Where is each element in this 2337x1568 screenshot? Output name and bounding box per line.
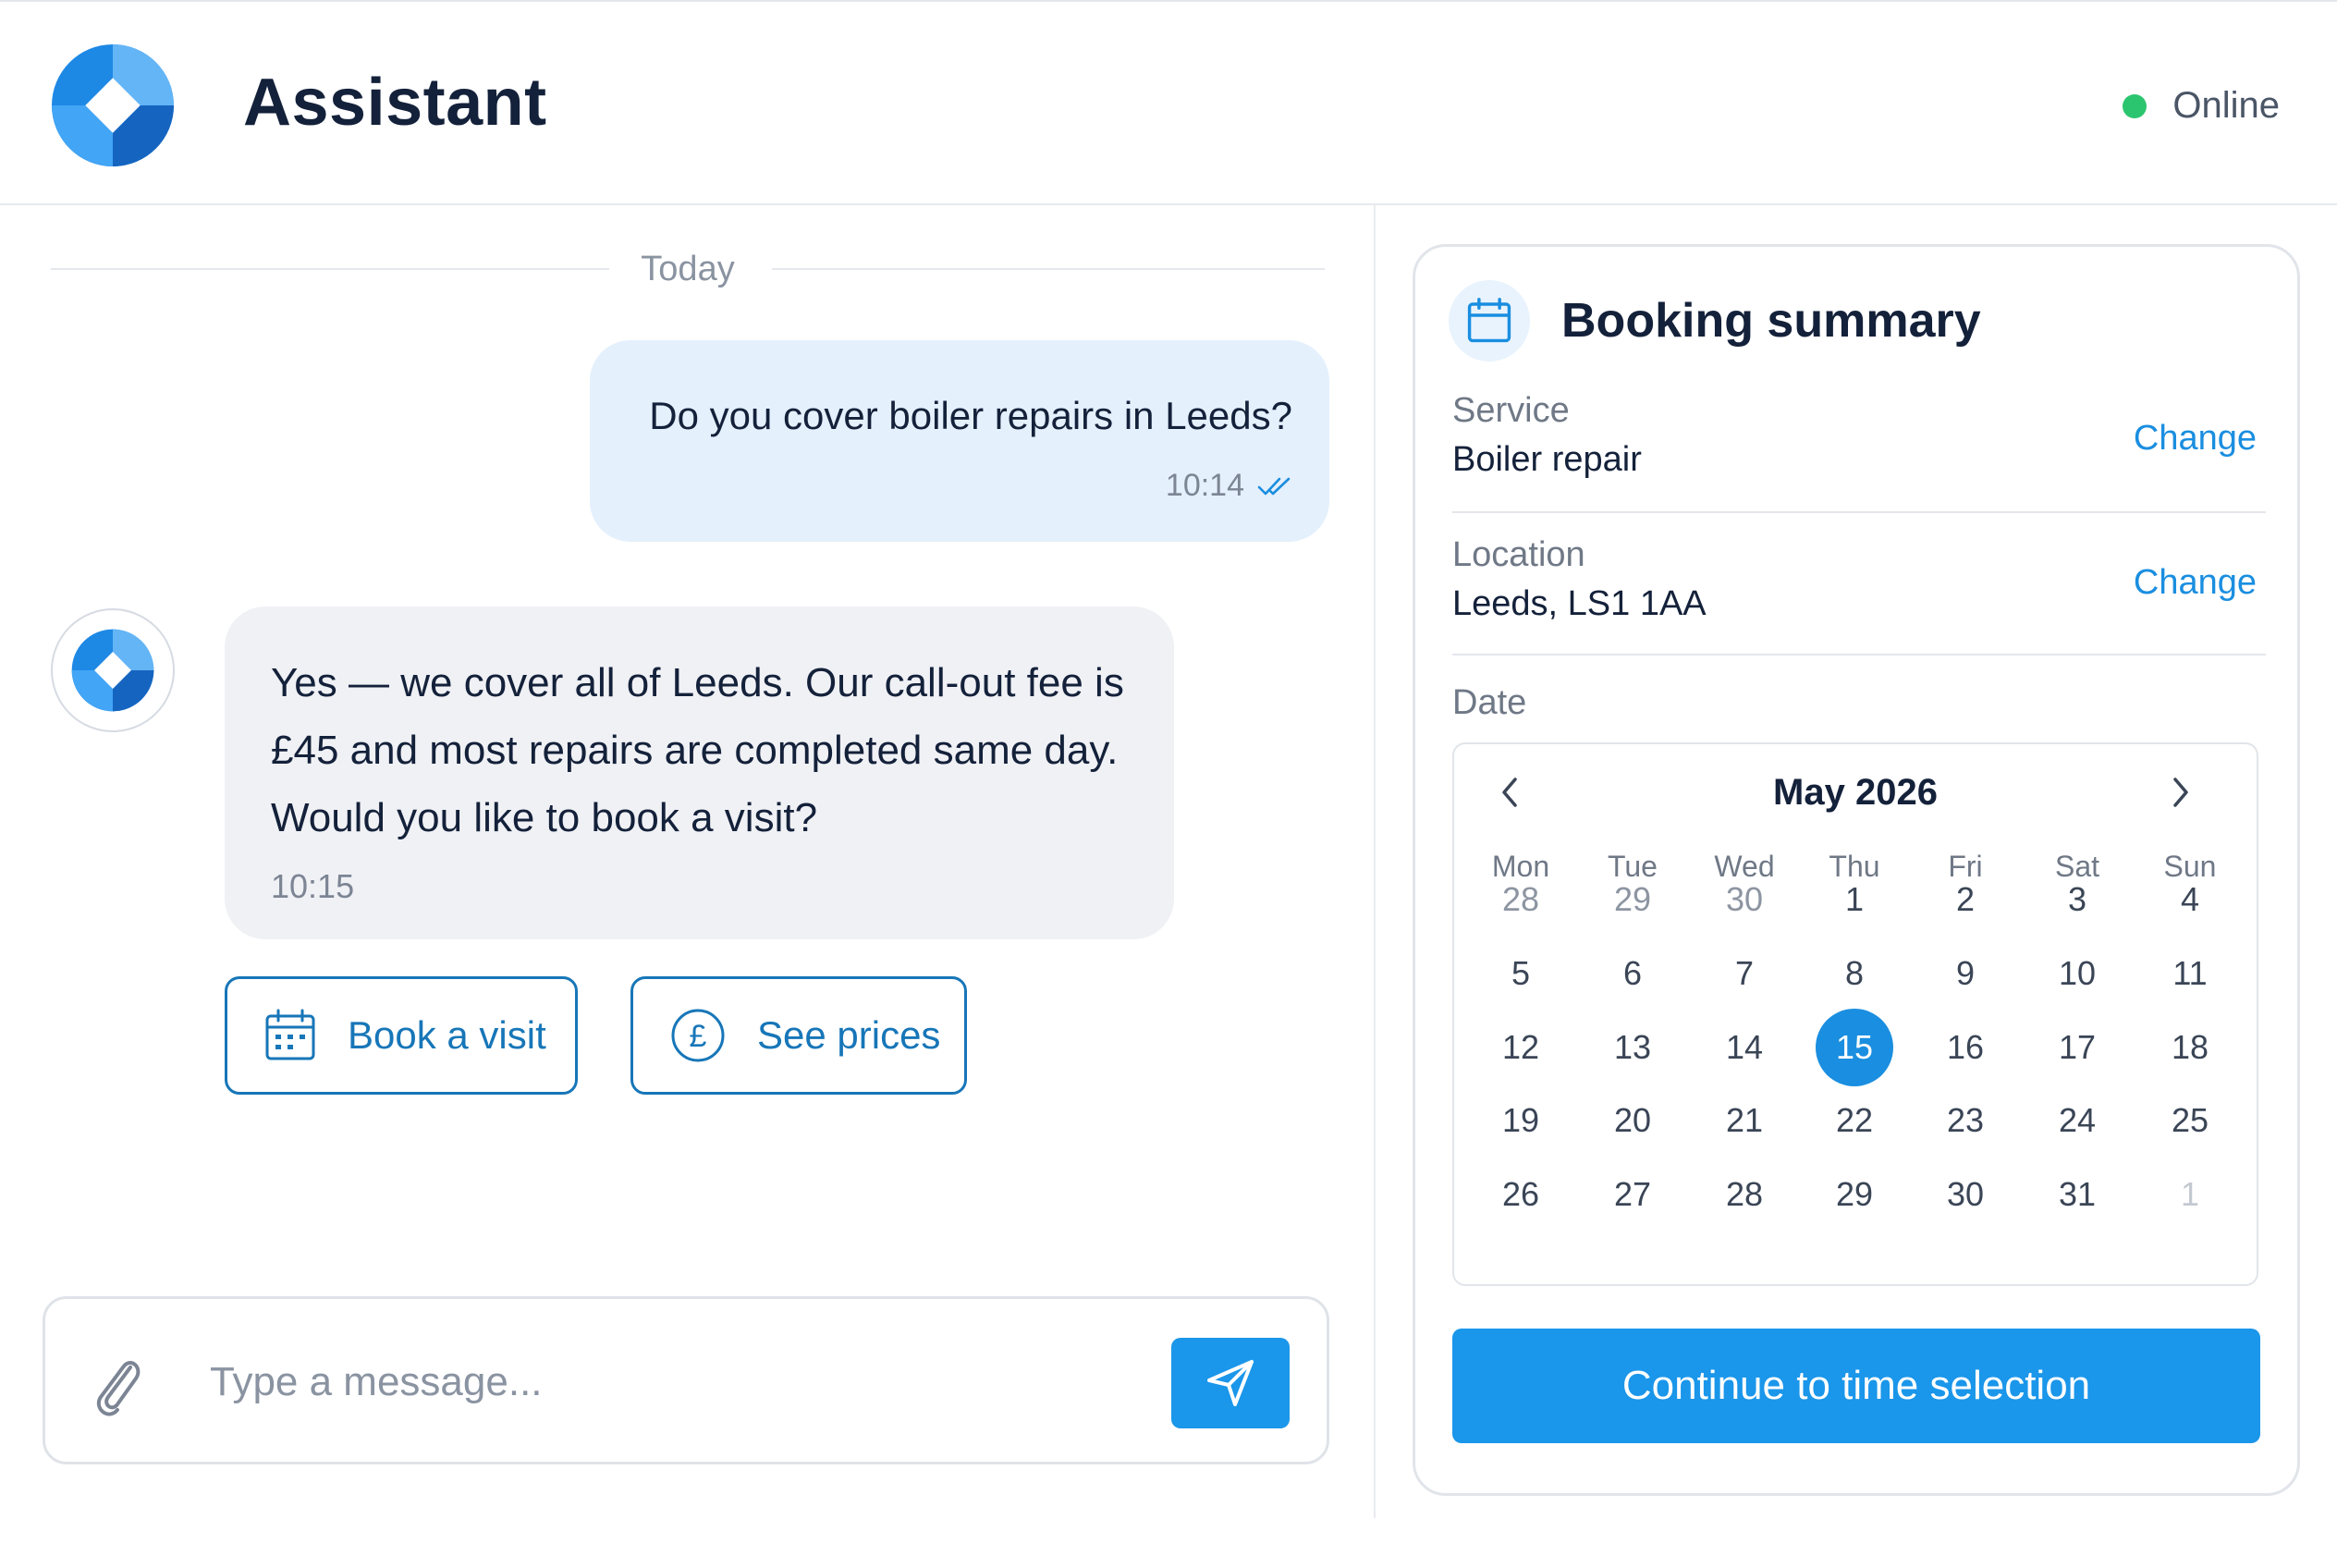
calendar-day[interactable]: 12 (1482, 1009, 1560, 1086)
book-visit-button[interactable]: Book a visit (225, 976, 578, 1095)
calendar-day[interactable]: 17 (2038, 1009, 2116, 1086)
divider (1452, 654, 2266, 655)
see-prices-label: See prices (757, 1013, 941, 1057)
calendar-day[interactable]: 26 (1482, 1156, 1560, 1233)
user-message-time: 10:14 (1165, 468, 1244, 503)
booking-summary-panel: Booking summary Service Boiler repair Ch… (1413, 244, 2300, 1496)
calendar-day[interactable]: 1 (1816, 861, 1893, 938)
calendar-day[interactable]: 23 (1927, 1082, 2004, 1159)
booking-summary-title: Booking summary (1561, 294, 1981, 348)
change-location-link[interactable]: Change (2134, 563, 2257, 603)
calendar-day[interactable]: 11 (2151, 935, 2229, 1012)
assistant-avatar-icon (71, 629, 154, 712)
calendar-day[interactable]: 3 (2038, 861, 2116, 938)
calendar-day[interactable]: 28 (1482, 861, 1560, 938)
pound-icon: £ (671, 1009, 725, 1062)
day-separator-label: Today (615, 250, 761, 288)
calendar-day[interactable]: 13 (1594, 1009, 1671, 1086)
online-status: Online (2123, 85, 2280, 127)
booking-calendar-badge (1449, 280, 1530, 361)
calendar-day[interactable]: 6 (1594, 935, 1671, 1012)
message-composer (43, 1296, 1329, 1464)
assistant-message-time: 10:15 (271, 867, 355, 905)
calendar-month: May 2026 (1773, 772, 1938, 813)
calendar-day[interactable]: 27 (1594, 1156, 1671, 1233)
calendar-day-selected[interactable]: 15 (1816, 1009, 1893, 1086)
change-service-link[interactable]: Change (2134, 419, 2257, 459)
next-month-button[interactable] (2153, 765, 2209, 820)
calendar-day[interactable]: 31 (2038, 1156, 2116, 1233)
continue-to-time-button[interactable]: Continue to time selection (1452, 1329, 2260, 1443)
calendar-day[interactable]: 10 (2038, 935, 2116, 1012)
assistant-logo-icon (52, 44, 174, 166)
user-message-text: Do you cover boiler repairs in Leeds? (649, 394, 1292, 437)
calendar-day[interactable]: 2 (1927, 861, 2004, 938)
svg-text:£: £ (690, 1019, 707, 1054)
calendar-day[interactable]: 16 (1927, 1009, 2004, 1086)
calendar-day[interactable]: 29 (1816, 1156, 1893, 1233)
book-visit-label: Book a visit (348, 1013, 546, 1057)
chevron-right-icon (2173, 778, 2188, 807)
calendar-day[interactable]: 7 (1706, 935, 1783, 1012)
calendar-day[interactable]: 4 (2151, 861, 2229, 938)
calendar-icon (1467, 298, 1511, 343)
paperclip-icon[interactable] (90, 1349, 145, 1419)
send-icon (1207, 1360, 1254, 1406)
app-header: Assistant Online (0, 0, 2337, 205)
service-row: Service Boiler repair Change (1452, 391, 2266, 480)
calendar-day[interactable]: 30 (1927, 1156, 2004, 1233)
day-separator: Today (51, 250, 1325, 288)
app-title: Assistant (243, 66, 547, 140)
send-button[interactable] (1171, 1338, 1290, 1428)
calendar-day[interactable]: 24 (2038, 1082, 2116, 1159)
calendar-day[interactable]: 22 (1816, 1082, 1893, 1159)
see-prices-button[interactable]: £ See prices (630, 976, 967, 1095)
calendar-day[interactable]: 1 (2151, 1156, 2229, 1233)
assistant-message-text: Yes — we cover all of Leeds. Our call-ou… (271, 660, 1124, 840)
calendar-day[interactable]: 9 (1927, 935, 2004, 1012)
user-message: Do you cover boiler repairs in Leeds? 10… (590, 340, 1329, 542)
calendar-icon (265, 1009, 315, 1060)
calendar-day[interactable]: 20 (1594, 1082, 1671, 1159)
calendar-day[interactable]: 8 (1816, 935, 1893, 1012)
assistant-message: Yes — we cover all of Leeds. Our call-ou… (225, 606, 1174, 939)
panel-divider (1374, 205, 1376, 1518)
date-label: Date (1452, 683, 1527, 722)
location-row: Location Leeds, LS1 1AA Change (1452, 535, 2266, 624)
double-check-icon (1257, 477, 1291, 495)
calendar-day[interactable]: 30 (1706, 861, 1783, 938)
calendar-day[interactable]: 14 (1706, 1009, 1783, 1086)
calendar-day[interactable]: 21 (1706, 1082, 1783, 1159)
calendar-day[interactable]: 5 (1482, 935, 1560, 1012)
divider (1452, 511, 2266, 513)
status-text: Online (2172, 85, 2280, 126)
calendar-day[interactable]: 25 (2151, 1082, 2229, 1159)
calendar-day[interactable]: 28 (1706, 1156, 1783, 1233)
message-input[interactable] (210, 1336, 1134, 1428)
assistant-avatar (51, 608, 175, 732)
calendar-day[interactable]: 18 (2151, 1009, 2229, 1086)
calendar-day[interactable]: 19 (1482, 1082, 1560, 1159)
calendar-day[interactable]: 29 (1594, 861, 1671, 938)
status-dot-icon (2123, 93, 2147, 118)
date-picker-calendar: May 2026 Mon Tue Wed Thu Fri Sat Sun 28 29 30 1 2 3 4… (1452, 742, 2258, 1286)
